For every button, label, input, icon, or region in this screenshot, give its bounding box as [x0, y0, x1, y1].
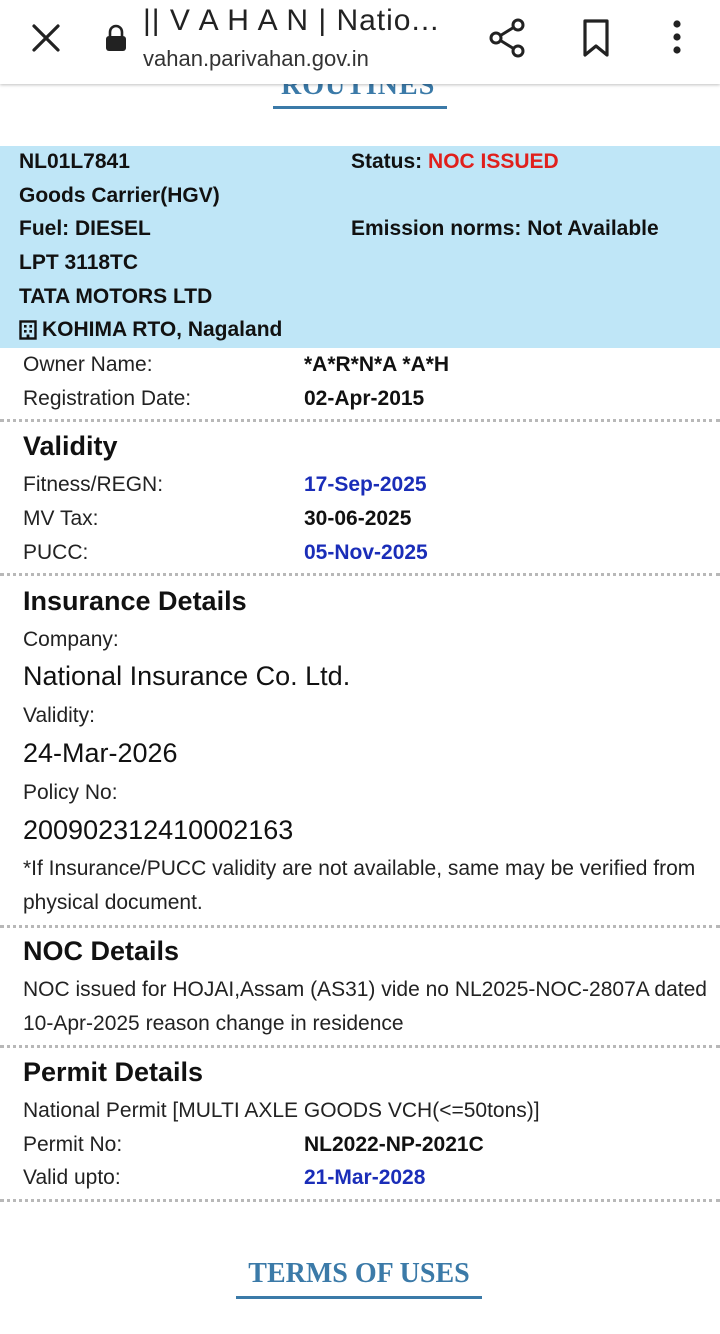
insurance-company-label: Company: [23, 628, 119, 651]
url-text[interactable]: vahan.parivahan.gov.in [143, 46, 369, 72]
building-icon [19, 320, 37, 340]
fitness-value: 17-Sep-2025 [304, 473, 427, 496]
insurance-validity-label: Validity: [23, 704, 95, 727]
scrolled-heading-text: ROUTINES [281, 84, 436, 101]
more-options-icon[interactable] [660, 16, 694, 60]
owner-name-label: Owner Name: [23, 353, 153, 376]
page-title: || V A H A N | Natio... [143, 4, 440, 37]
mv-tax-value: 30-06-2025 [304, 507, 412, 530]
vehicle-maker: TATA MOTORS LTD [19, 285, 213, 308]
bookmark-icon[interactable] [578, 16, 614, 60]
permit-type: National Permit [MULTI AXLE GOODS VCH(<=… [23, 1099, 540, 1122]
permit-valid-label: Valid upto: [23, 1166, 121, 1189]
status-value: NOC ISSUED [428, 150, 559, 173]
fuel-type: Fuel: DIESEL [19, 217, 151, 240]
pucc-value: 05-Nov-2025 [304, 541, 428, 564]
insurance-company-value: National Insurance Co. Ltd. [23, 661, 351, 691]
registration-date-value: 02-Apr-2015 [304, 387, 425, 410]
share-icon[interactable] [486, 16, 530, 60]
vehicle-summary: NL01L7841 Status: NOC ISSUED Goods Carri… [0, 146, 720, 348]
policy-number-value: 200902312410002163 [23, 815, 294, 845]
status-label: Status: [351, 150, 423, 173]
fitness-label: Fitness/REGN: [23, 473, 164, 496]
permit-valid-value: 21-Mar-2028 [304, 1166, 426, 1189]
insurance-validity-value: 24-Mar-2026 [23, 738, 178, 768]
vehicle-model: LPT 3118TC [19, 251, 139, 274]
rto-name: KOHIMA RTO, Nagaland [42, 318, 283, 341]
divider [0, 1045, 720, 1048]
noc-heading: NOC Details [23, 936, 180, 966]
divider [0, 573, 720, 576]
lock-icon [104, 24, 128, 52]
browser-toolbar: || V A H A N | Natio... vahan.parivahan.… [0, 0, 720, 84]
emission-norms: Emission norms: Not Available [351, 217, 659, 240]
permit-number-label: Permit No: [23, 1133, 123, 1156]
divider [0, 925, 720, 928]
insurance-heading: Insurance Details [23, 586, 247, 616]
owner-name-value: *A*R*N*A *A*H [304, 353, 450, 376]
registration-date-label: Registration Date: [23, 387, 192, 410]
terms-of-use-link[interactable]: TERMS OF USES [236, 1258, 482, 1299]
insurance-note: *If Insurance/PUCC validity are not avai… [23, 857, 696, 914]
rto-row: KOHIMA RTO, Nagaland [19, 318, 282, 342]
registration-number: NL01L7841 [19, 150, 130, 173]
close-icon[interactable] [24, 20, 68, 56]
divider [0, 419, 720, 422]
permit-number-value: NL2022-NP-2021C [304, 1133, 484, 1156]
policy-number-label: Policy No: [23, 781, 118, 804]
mv-tax-label: MV Tax: [23, 507, 99, 530]
pucc-label: PUCC: [23, 541, 89, 564]
validity-heading: Validity [23, 431, 118, 461]
vehicle-class: Goods Carrier(HGV) [19, 184, 220, 207]
status-row: Status: NOC ISSUED [351, 150, 559, 174]
divider [0, 1199, 720, 1202]
noc-text: NOC issued for HOJAI,Assam (AS31) vide n… [23, 978, 707, 1035]
scrolled-heading: ROUTINES [273, 84, 447, 109]
permit-heading: Permit Details [23, 1057, 204, 1087]
